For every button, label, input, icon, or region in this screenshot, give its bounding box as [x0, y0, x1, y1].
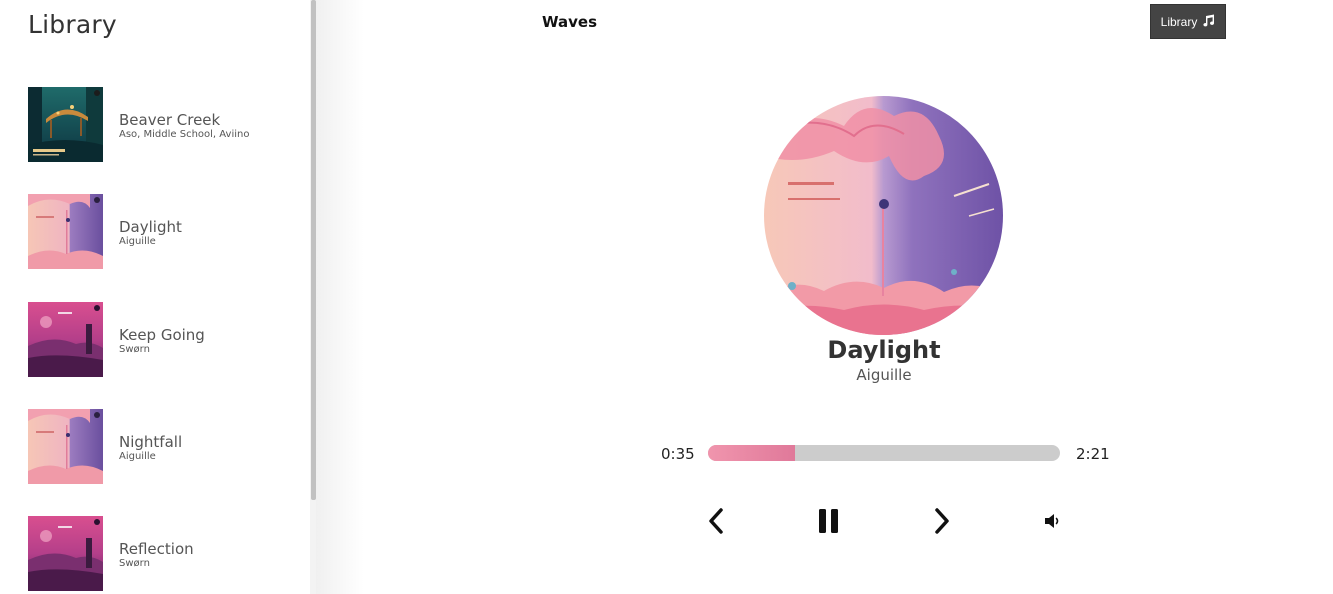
song-artist: Aso, Middle School, Aviino: [119, 129, 250, 140]
album-art-image: [28, 194, 103, 269]
chevron-left-icon[interactable]: [707, 508, 725, 538]
sidebar-shadow: [316, 0, 364, 594]
progress-slider[interactable]: [708, 445, 1060, 461]
song-item[interactable]: Daylight Aiguille: [0, 194, 310, 270]
app-title: Waves: [542, 13, 598, 31]
song-title: Keep Going: [119, 326, 205, 344]
album-art-image: [28, 87, 103, 162]
album-art-image: [28, 302, 103, 377]
song-title: Daylight: [119, 218, 182, 236]
chevron-right-icon[interactable]: [933, 508, 951, 538]
song-title: Nightfall: [119, 433, 183, 451]
current-time: 0:35: [661, 445, 695, 463]
song-artist: Swørn: [119, 344, 150, 355]
library-toggle-button[interactable]: Library: [1150, 4, 1226, 39]
track-artist: Aiguille: [856, 366, 912, 384]
song-title: Beaver Creek: [119, 111, 221, 129]
song-artist: Swørn: [119, 558, 150, 569]
pause-icon[interactable]: [818, 509, 840, 537]
album-art-image: [28, 516, 103, 591]
song-item[interactable]: Keep Going Swørn: [0, 302, 310, 378]
album-art-image: [28, 409, 103, 484]
song-item[interactable]: Beaver Creek Aso, Middle School, Aviino: [0, 87, 310, 163]
album-cover-image: [764, 96, 1003, 335]
progress-fill: [708, 445, 796, 461]
music-note-icon: [1202, 14, 1215, 30]
sidebar-title: Library: [28, 10, 117, 39]
volume-icon[interactable]: [1044, 513, 1062, 533]
song-title: Reflection: [119, 540, 194, 558]
song-artist: Aiguille: [119, 236, 156, 247]
track-title: Daylight: [827, 336, 941, 364]
song-item[interactable]: Nightfall Aiguille: [0, 409, 310, 485]
library-button-label: Library: [1160, 14, 1198, 29]
song-artist: Aiguille: [119, 451, 156, 462]
library-sidebar: Library Beaver Creek Aso, Middle School,…: [0, 0, 316, 594]
song-item[interactable]: Reflection Swørn: [0, 516, 310, 592]
total-time: 2:21: [1076, 445, 1110, 463]
